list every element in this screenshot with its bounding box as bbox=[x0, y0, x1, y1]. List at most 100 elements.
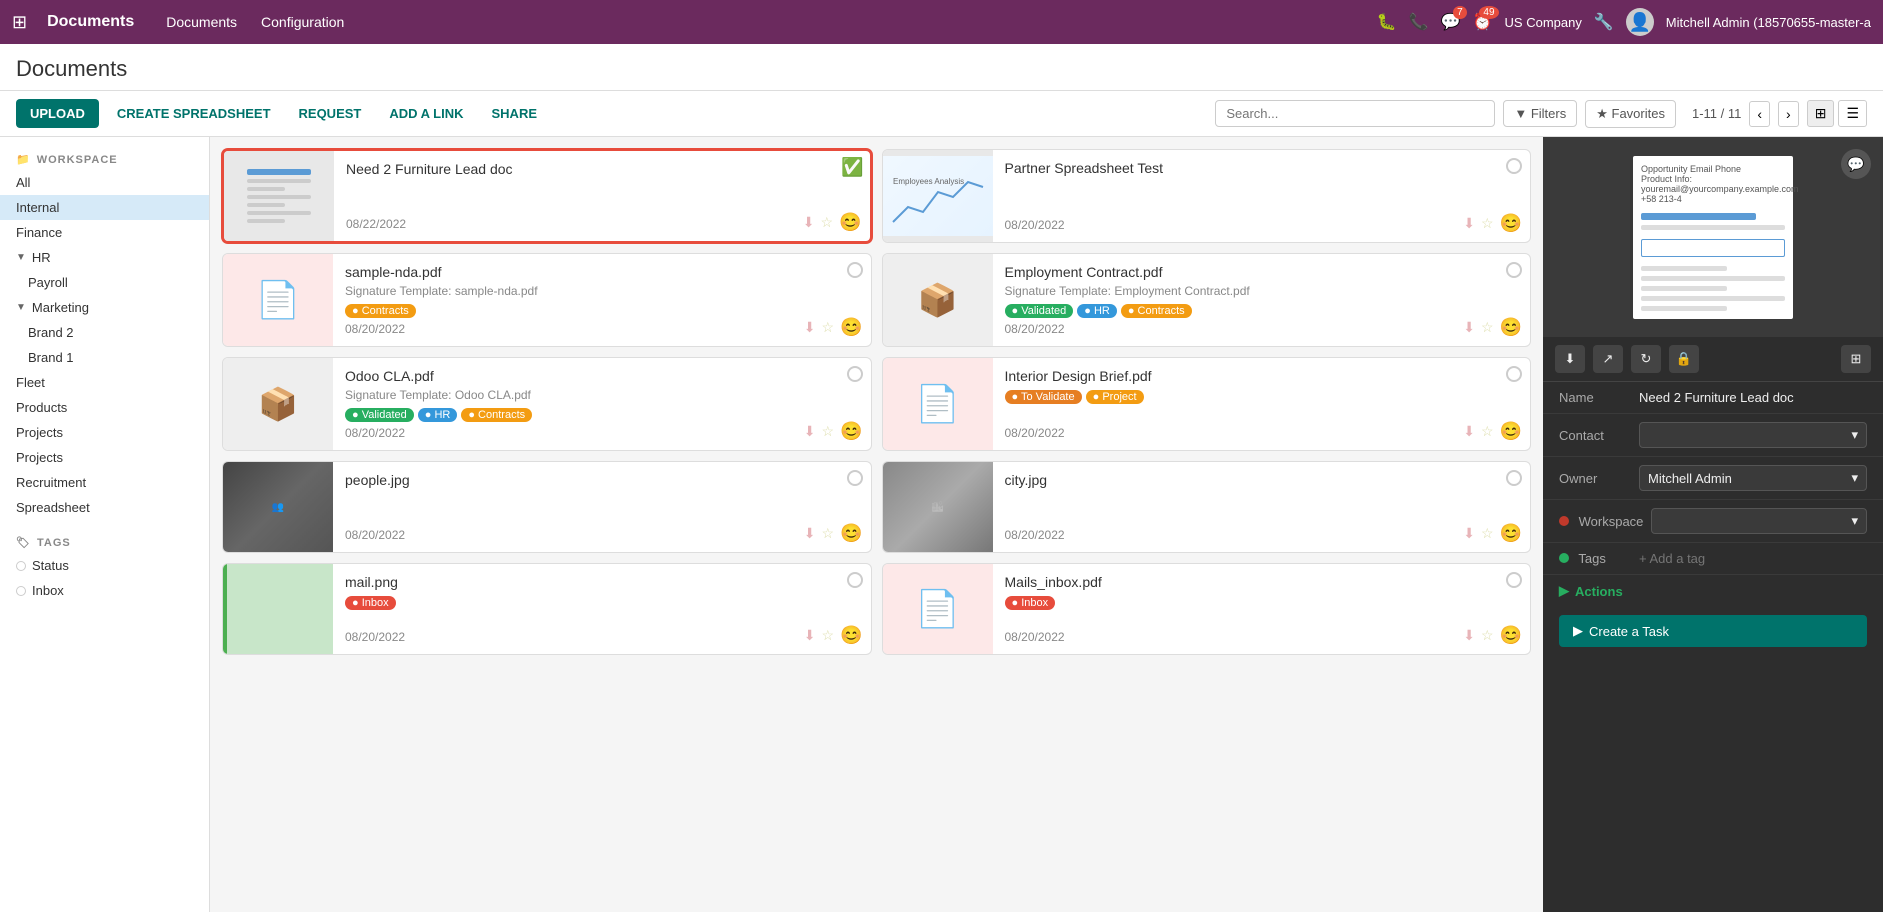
doc-select-people-jpg[interactable] bbox=[847, 470, 863, 486]
sidebar-item-spreadsheet[interactable]: Spreadsheet bbox=[0, 495, 209, 520]
view-kanban-button[interactable]: ⊞ bbox=[1807, 100, 1835, 127]
user-avatar[interactable]: 👤 bbox=[1626, 8, 1654, 36]
user-action-icon[interactable]: 😊 bbox=[840, 317, 862, 338]
sidebar-item-brand2[interactable]: Brand 2 bbox=[0, 320, 209, 345]
chat-icon[interactable]: 💬 7 bbox=[1441, 12, 1461, 32]
rp-owner-dropdown[interactable]: Mitchell Admin ▾ bbox=[1639, 465, 1867, 491]
rp-tags-input[interactable] bbox=[1639, 551, 1867, 566]
doc-select-partner-spreadsheet[interactable] bbox=[1506, 158, 1522, 174]
user-action-icon[interactable]: 😊 bbox=[1500, 213, 1522, 234]
doc-card-mails-inbox[interactable]: 📄 Mails_inbox.pdf ● Inbox 08/20/2022 ⬇ ☆… bbox=[882, 563, 1532, 655]
user-action-icon[interactable]: 😊 bbox=[1500, 317, 1522, 338]
rp-share-button[interactable]: ↗ bbox=[1593, 345, 1623, 373]
create-task-button[interactable]: ▶ Create a Task bbox=[1559, 615, 1867, 647]
doc-card-sample-nda[interactable]: 📄 sample-nda.pdf Signature Template: sam… bbox=[222, 253, 872, 347]
download-action-icon[interactable]: ⬇ bbox=[1463, 423, 1475, 440]
star-action-icon[interactable]: ☆ bbox=[821, 214, 834, 231]
download-action-icon[interactable]: ⬇ bbox=[1463, 215, 1475, 232]
user-action-icon[interactable]: 😊 bbox=[840, 523, 862, 544]
sidebar-item-marketing[interactable]: ▼ Marketing bbox=[0, 295, 209, 320]
download-action-icon[interactable]: ⬇ bbox=[804, 423, 816, 440]
sidebar-item-finance[interactable]: Finance bbox=[0, 220, 209, 245]
sidebar-item-projects1[interactable]: Projects bbox=[0, 420, 209, 445]
sidebar-item-payroll[interactable]: Payroll bbox=[0, 270, 209, 295]
pagination-prev[interactable]: ‹ bbox=[1749, 101, 1770, 127]
doc-card-need-furniture[interactable]: Need 2 Furniture Lead doc 08/22/2022 ✅ ⬇… bbox=[222, 149, 872, 243]
sidebar-item-products[interactable]: Products bbox=[0, 395, 209, 420]
share-button[interactable]: SHARE bbox=[482, 100, 548, 127]
download-action-icon[interactable]: ⬇ bbox=[804, 627, 816, 644]
user-action-icon[interactable]: 😊 bbox=[1500, 421, 1522, 442]
request-button[interactable]: REQUEST bbox=[289, 100, 372, 127]
sidebar-item-status[interactable]: Status bbox=[0, 553, 209, 578]
rp-lock-button[interactable]: 🔒 bbox=[1669, 345, 1699, 373]
download-action-icon[interactable]: ⬇ bbox=[804, 319, 816, 336]
rp-refresh-button[interactable]: ↻ bbox=[1631, 345, 1661, 373]
settings-icon[interactable]: 🔧 bbox=[1594, 12, 1614, 32]
nav-configuration[interactable]: Configuration bbox=[253, 10, 352, 34]
doc-card-employment-contract[interactable]: 📦 Employment Contract.pdf Signature Temp… bbox=[882, 253, 1532, 347]
user-action-icon[interactable]: 😊 bbox=[1500, 523, 1522, 544]
view-list-button[interactable]: ☰ bbox=[1838, 100, 1867, 127]
doc-select-mails-inbox[interactable] bbox=[1506, 572, 1522, 588]
doc-card-partner-spreadsheet[interactable]: Employees Analysis Partner Spreadsheet T… bbox=[882, 149, 1532, 243]
rp-chat-button[interactable]: 💬 bbox=[1841, 149, 1871, 179]
create-spreadsheet-button[interactable]: CREATE SPREADSHEET bbox=[107, 100, 281, 127]
sidebar-item-inbox[interactable]: Inbox bbox=[0, 578, 209, 603]
doc-card-interior-design[interactable]: 📄 Interior Design Brief.pdf ● To Validat… bbox=[882, 357, 1532, 451]
sidebar-item-recruitment[interactable]: Recruitment bbox=[0, 470, 209, 495]
upload-button[interactable]: UPLOAD bbox=[16, 99, 99, 128]
sidebar-item-internal[interactable]: Internal bbox=[0, 195, 209, 220]
favorites-button[interactable]: ★ Favorites bbox=[1585, 100, 1676, 128]
rp-contact-dropdown[interactable]: ▾ bbox=[1639, 422, 1867, 448]
download-action-icon[interactable]: ⬇ bbox=[1463, 525, 1475, 542]
add-link-button[interactable]: ADD A LINK bbox=[379, 100, 473, 127]
star-action-icon[interactable]: ☆ bbox=[1481, 319, 1494, 336]
doc-select-city-jpg[interactable] bbox=[1506, 470, 1522, 486]
user-action-icon[interactable]: 😊 bbox=[1500, 625, 1522, 646]
user-action-icon[interactable]: 😊 bbox=[839, 212, 861, 233]
pagination-next[interactable]: › bbox=[1778, 101, 1799, 127]
doc-select-odoo-cla[interactable] bbox=[847, 366, 863, 382]
rp-grid-button[interactable]: ⊞ bbox=[1841, 345, 1871, 373]
doc-select-mail-png[interactable] bbox=[847, 572, 863, 588]
download-action-icon[interactable]: ⬇ bbox=[1463, 319, 1475, 336]
star-action-icon[interactable]: ☆ bbox=[822, 423, 835, 440]
star-action-icon[interactable]: ☆ bbox=[1481, 215, 1494, 232]
phone-icon[interactable]: 📞 bbox=[1409, 12, 1429, 32]
star-action-icon[interactable]: ☆ bbox=[822, 319, 835, 336]
doc-select-interior-design[interactable] bbox=[1506, 366, 1522, 382]
rp-actions-section[interactable]: ▶ Actions bbox=[1543, 575, 1883, 607]
sidebar-item-all[interactable]: All bbox=[0, 170, 209, 195]
star-action-icon[interactable]: ☆ bbox=[822, 627, 835, 644]
download-action-icon[interactable]: ⬇ bbox=[1463, 627, 1475, 644]
nav-documents[interactable]: Documents bbox=[158, 10, 245, 34]
clock-icon[interactable]: ⏰ 49 bbox=[1473, 12, 1493, 32]
rp-workspace-dropdown[interactable]: ▾ bbox=[1651, 508, 1867, 534]
doc-select-employment-contract[interactable] bbox=[1506, 262, 1522, 278]
rp-download-button[interactable]: ⬇ bbox=[1555, 345, 1585, 373]
sidebar-item-brand1[interactable]: Brand 1 bbox=[0, 345, 209, 370]
download-action-icon[interactable]: ⬇ bbox=[804, 525, 816, 542]
star-action-icon[interactable]: ☆ bbox=[1481, 627, 1494, 644]
bug-icon[interactable]: 🐛 bbox=[1377, 12, 1397, 32]
company-name[interactable]: US Company bbox=[1505, 15, 1582, 30]
user-action-icon[interactable]: 😊 bbox=[840, 625, 862, 646]
user-action-icon[interactable]: 😊 bbox=[840, 421, 862, 442]
doc-card-odoo-cla[interactable]: 📦 Odoo CLA.pdf Signature Template: Odoo … bbox=[222, 357, 872, 451]
star-action-icon[interactable]: ☆ bbox=[822, 525, 835, 542]
download-action-icon[interactable]: ⬇ bbox=[803, 214, 815, 231]
filter-button[interactable]: ▼ Filters bbox=[1503, 100, 1577, 127]
doc-card-mail-png[interactable]: mail.png ● Inbox 08/20/2022 ⬇ ☆ 😊 bbox=[222, 563, 872, 655]
sidebar-item-fleet[interactable]: Fleet bbox=[0, 370, 209, 395]
star-action-icon[interactable]: ☆ bbox=[1481, 423, 1494, 440]
doc-card-city-jpg[interactable]: 🏙 city.jpg 08/20/2022 ⬇ ☆ 😊 bbox=[882, 461, 1532, 553]
sidebar-item-projects2[interactable]: Projects bbox=[0, 445, 209, 470]
doc-card-people-jpg[interactable]: 👥 people.jpg 08/20/2022 ⬇ ☆ 😊 bbox=[222, 461, 872, 553]
user-name[interactable]: Mitchell Admin (18570655-master-a bbox=[1666, 15, 1871, 30]
search-input[interactable] bbox=[1215, 100, 1495, 127]
doc-select-sample-nda[interactable] bbox=[847, 262, 863, 278]
apps-icon[interactable]: ⊞ bbox=[12, 12, 27, 33]
sidebar-item-hr[interactable]: ▼ HR bbox=[0, 245, 209, 270]
star-action-icon[interactable]: ☆ bbox=[1481, 525, 1494, 542]
